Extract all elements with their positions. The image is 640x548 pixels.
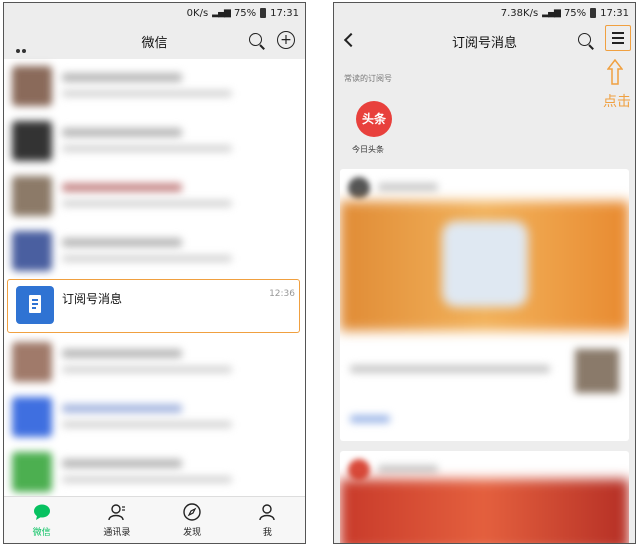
subscription-name: 订阅号消息 xyxy=(62,292,123,306)
tab-label: 通讯录 xyxy=(103,528,131,538)
battery-percent: 75% xyxy=(233,7,257,19)
network-speed: 0K/s xyxy=(186,7,209,19)
tab-discover[interactable]: 发现 xyxy=(155,497,230,543)
status-bar: 7.38K/s ▂▄▆ 75% 17:31 xyxy=(334,3,635,23)
profile-icon xyxy=(259,504,276,521)
arrow-up-icon xyxy=(607,59,623,85)
chat-row-blurred[interactable] xyxy=(4,114,305,168)
chat-row-blurred[interactable] xyxy=(4,390,305,444)
more-dots-icon[interactable] xyxy=(16,38,30,53)
compass-icon xyxy=(183,503,201,521)
tab-label: 发现 xyxy=(183,528,202,538)
search-icon[interactable] xyxy=(248,32,266,50)
battery-icon xyxy=(260,8,267,18)
section-label: 常读的订阅号 xyxy=(344,74,392,83)
bottom-tab-bar: 微信 通讯录 发现 我 xyxy=(4,496,305,543)
add-icon[interactable]: + xyxy=(277,31,295,49)
tab-me[interactable]: 我 xyxy=(230,497,305,543)
subscription-time: 12:36 xyxy=(269,289,295,299)
chat-row-blurred[interactable] xyxy=(4,445,305,499)
status-bar: 0K/s ▂▄▆ 75% 17:31 xyxy=(4,3,305,23)
subscription-messages-row[interactable]: 订阅号消息 12:36 xyxy=(7,279,300,333)
network-speed: 7.38K/s xyxy=(500,7,539,19)
signal-icon: ▂▄▆ xyxy=(542,8,561,18)
subscription-messages-screen: 7.38K/s ▂▄▆ 75% 17:31 订阅号消息 点击 常读的订阅号 头条… xyxy=(333,2,636,544)
document-icon xyxy=(29,295,41,313)
chat-row-blurred[interactable] xyxy=(4,335,305,389)
wechat-chats-screen: 0K/s ▂▄▆ 75% 17:31 微信 + 订阅号消息 12:36 微信 通… xyxy=(3,2,306,544)
article-card[interactable] xyxy=(340,169,629,441)
annotation-label: 点击 xyxy=(603,94,631,110)
tab-contacts[interactable]: 通讯录 xyxy=(79,497,154,543)
chat-list: 订阅号消息 12:36 xyxy=(4,59,305,497)
account-name: 今日头条 xyxy=(352,145,384,154)
tab-label: 我 xyxy=(262,528,272,538)
menu-button[interactable] xyxy=(605,25,631,51)
battery-percent: 75% xyxy=(563,7,587,19)
chat-icon xyxy=(33,504,50,520)
chat-row-blurred[interactable] xyxy=(4,169,305,223)
chat-row-blurred[interactable] xyxy=(4,224,305,278)
search-icon[interactable] xyxy=(577,32,595,50)
tab-chats[interactable]: 微信 xyxy=(4,497,79,543)
header: 微信 + xyxy=(4,23,305,59)
contacts-icon xyxy=(108,504,125,521)
page-title: 订阅号消息 xyxy=(451,35,517,51)
status-time: 17:31 xyxy=(270,7,299,19)
tab-label: 微信 xyxy=(32,528,51,538)
subscription-avatar xyxy=(16,286,54,324)
toutiao-logo-icon[interactable]: 头条 xyxy=(356,101,392,137)
battery-icon xyxy=(590,8,597,18)
article-card[interactable] xyxy=(340,451,629,543)
chat-row-blurred[interactable] xyxy=(4,59,305,113)
status-time: 17:31 xyxy=(600,7,629,19)
page-title: 微信 xyxy=(141,35,168,51)
signal-icon: ▂▄▆ xyxy=(212,8,231,18)
